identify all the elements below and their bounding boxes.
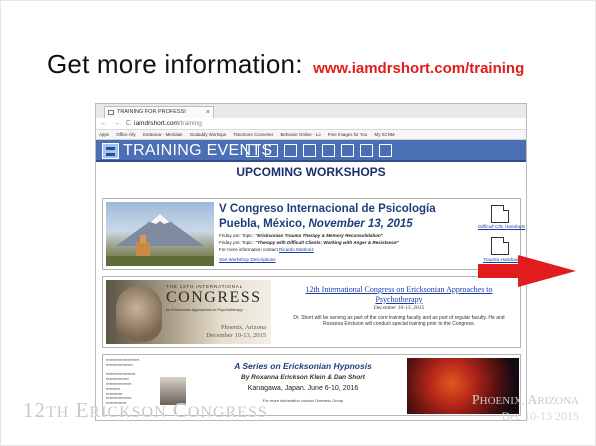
footer-congress-title: 12TH ERICKSON CONGRESS — [23, 398, 268, 422]
tab-title: TRAINING FOR PROFESSI — [117, 109, 186, 115]
url-field[interactable]: iamdrshort.com/training — [134, 118, 202, 130]
congress-title-link[interactable]: 12th International Congress on Ericksoni… — [283, 285, 515, 304]
slide-heading: Get more information: www.iamdrshort.com… — [47, 49, 524, 80]
difficult-clients-handouts-link[interactable]: Difficult Clts Handouts — [478, 225, 525, 230]
japan-series-authors: By Roxanna Erickson Klein & Dan Short — [241, 374, 365, 381]
promo-approaches: on Ericksonian Approaches to Psychothera… — [166, 308, 243, 312]
promo-location: Phoenix, Arizona December 10-13, 2015 — [206, 324, 266, 339]
puebla-contact: For more information contact Ricardo Mar… — [219, 247, 314, 252]
bookmark-item[interactable]: My SCNM — [375, 132, 395, 137]
bookmark-item[interactable]: Apps — [99, 132, 109, 137]
bookmark-item[interactable]: Godaddy Workspa — [190, 132, 226, 137]
bookmark-item[interactable]: Free Images for You — [328, 132, 368, 137]
japan-series-place: Kanagawa, Japan. June 6-10, 2016 — [247, 385, 359, 392]
document-icon — [108, 110, 114, 115]
close-icon[interactable]: × — [206, 107, 210, 118]
japan-series-title: A Series on Ericksonian Hypnosis — [234, 361, 372, 371]
heading-url-link[interactable]: www.iamdrshort.com/training — [313, 60, 524, 77]
slide: Get more information: www.iamdrshort.com… — [0, 0, 596, 446]
url-path: /training — [178, 120, 202, 127]
congress-description: Dr. Short will be serving as part of the… — [293, 315, 505, 327]
browser-tab-bar: TRAINING FOR PROFESSI × — [96, 104, 526, 118]
bookmark-item[interactable]: Endeavor - Meridian — [143, 132, 183, 137]
workshop-card-congress: THE 12TH INTERNATIONAL CONGRESS on Erick… — [102, 276, 521, 348]
footer-location-date: PHOENIX, ARIZONA Dec 10-13 2015 — [469, 393, 579, 424]
document-icon[interactable] — [491, 237, 509, 255]
document-icon[interactable] — [491, 205, 509, 223]
portrait-photo — [116, 286, 162, 342]
calendar-icon — [102, 143, 119, 159]
congress-date: December 10-13, 2015 — [373, 305, 425, 311]
puebla-title: V Congreso Internacional de Psicología — [219, 203, 436, 215]
puebla-location-date: Puebla, México, November 13, 2015 — [219, 218, 413, 230]
browser-tab[interactable]: TRAINING FOR PROFESSI × — [104, 106, 214, 118]
upcoming-workshops-heading: UPCOMING WORKSHOPS — [236, 165, 386, 179]
nav-buttons[interactable]: ← → C — [100, 118, 133, 130]
browser-screenshot: TRAINING FOR PROFESSI × ← → C iamdrshort… — [95, 103, 527, 421]
footer-date: Dec 10-13 2015 — [501, 409, 579, 423]
volcano-photo — [106, 202, 214, 266]
promo-congress: CONGRESS — [166, 289, 262, 306]
heading-text: Get more information: — [47, 49, 303, 79]
address-bar[interactable]: ← → C iamdrshort.com/training — [96, 118, 526, 130]
bookmarks-bar: Apps Office Ally Endeavor - Meridian God… — [96, 130, 526, 140]
site-banner: TRAINING EVENTS — [96, 140, 526, 162]
puebla-friday-pm: Friday pm: Topic: "Therapy with Difficul… — [219, 240, 399, 245]
bookmark-item[interactable]: TimeZone Converter — [233, 132, 273, 137]
congress-promo-image: THE 12TH INTERNATIONAL CONGRESS on Erick… — [106, 280, 271, 344]
bookmark-item[interactable]: Office Ally — [116, 132, 135, 137]
workshop-descriptions-link[interactable]: See Workshop Descriptions — [219, 257, 276, 262]
puebla-friday-am: Friday am: Topic: "Ericksonian Trauma Th… — [219, 233, 383, 238]
bookmark-item[interactable]: Behavior Online - Lo — [281, 132, 321, 137]
banner-decoration — [246, 144, 392, 157]
workshop-card-puebla: V Congreso Internacional de Psicología P… — [102, 198, 525, 270]
arrow-right-icon — [478, 255, 576, 287]
url-host: iamdrshort.com — [134, 120, 179, 127]
